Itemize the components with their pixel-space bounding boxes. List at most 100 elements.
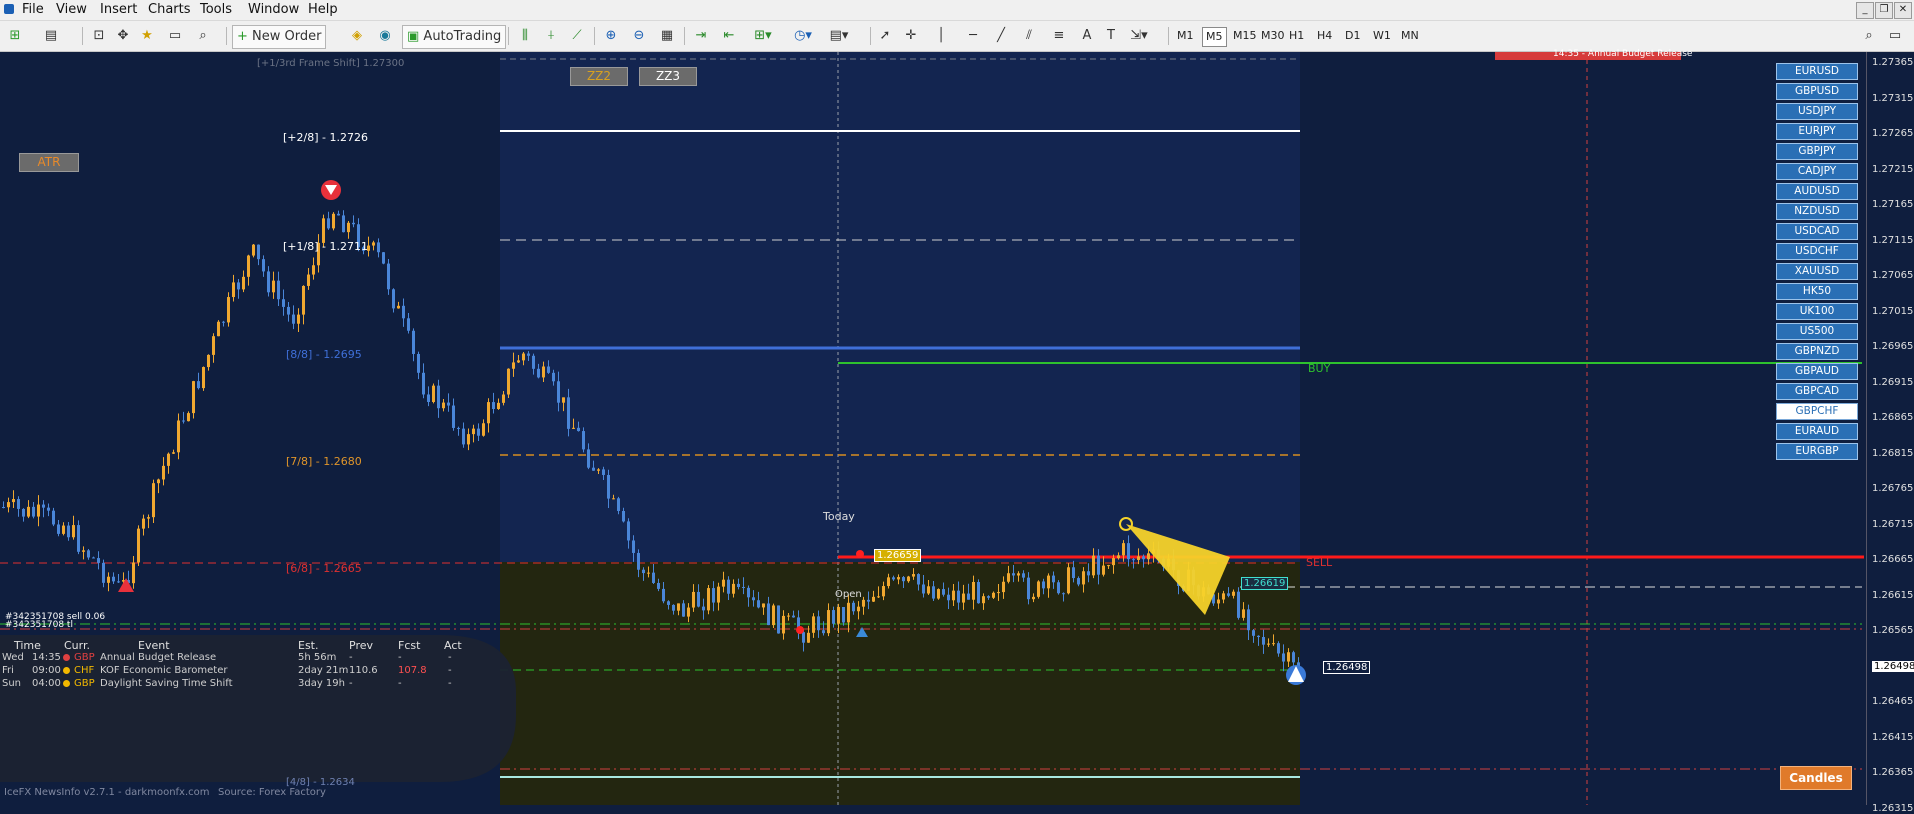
price-axis-label: 1.26565 xyxy=(1872,625,1914,636)
zz2-button[interactable]: ZZ2 xyxy=(570,67,628,86)
symbol-button-hk50[interactable]: HK50 xyxy=(1776,283,1858,300)
arrows-icon[interactable]: ⇲▾ xyxy=(1128,25,1150,47)
candlestick-icon[interactable]: ⍭ xyxy=(540,25,562,47)
profiles-icon[interactable]: ▤ xyxy=(40,25,62,47)
new-order-label: New Order xyxy=(252,29,322,44)
close-button[interactable]: ✕ xyxy=(1894,2,1912,19)
candle-body xyxy=(1047,575,1050,589)
auto-scroll-icon[interactable]: ⇥ xyxy=(690,25,712,47)
candle-body xyxy=(152,483,155,518)
chart-area[interactable]: [+1/3rd Frame Shift] 1.27300 ZZ2 ZZ3 ATR… xyxy=(0,49,1914,814)
symbol-button-nzdusd[interactable]: NZDUSD xyxy=(1776,203,1858,220)
market-watch-icon[interactable]: ⊡ xyxy=(88,25,110,47)
candle-body xyxy=(782,615,785,634)
symbol-button-gbpcad[interactable]: GBPCAD xyxy=(1776,383,1858,400)
candle-body xyxy=(217,321,220,337)
symbol-button-gbpjpy[interactable]: GBPJPY xyxy=(1776,143,1858,160)
chat-icon[interactable]: ▭ xyxy=(1884,25,1906,47)
navigator-icon[interactable]: ★ xyxy=(136,25,158,47)
timeframe-h4[interactable]: H4 xyxy=(1314,27,1335,45)
search-icon[interactable]: ⌕ xyxy=(1858,25,1880,47)
symbol-button-eurusd[interactable]: EURUSD xyxy=(1776,63,1858,80)
data-window-icon[interactable]: ✥ xyxy=(112,25,134,47)
horizontal-line-icon[interactable]: ─ xyxy=(962,25,984,47)
candle-body xyxy=(107,576,110,583)
fibonacci-icon[interactable]: ≡ xyxy=(1048,25,1070,47)
text-icon[interactable]: A xyxy=(1076,25,1098,47)
price-chart[interactable] xyxy=(0,52,1914,805)
tester-icon[interactable]: ⌕ xyxy=(192,25,214,47)
menu-charts[interactable]: Charts xyxy=(148,2,191,17)
sell-label: SELL xyxy=(1306,556,1333,569)
symbol-button-eurgbp[interactable]: EURGBP xyxy=(1776,443,1858,460)
zoom-in-icon[interactable]: ⊕ xyxy=(600,25,622,47)
symbol-button-uk100[interactable]: UK100 xyxy=(1776,303,1858,320)
text-label-icon[interactable]: T xyxy=(1100,25,1122,47)
menu-insert[interactable]: Insert xyxy=(100,2,137,17)
symbol-button-gbpaud[interactable]: GBPAUD xyxy=(1776,363,1858,380)
timeframe-d1[interactable]: D1 xyxy=(1342,27,1363,45)
periods-icon[interactable]: ◷▾ xyxy=(792,25,814,47)
news-row-prev: - xyxy=(349,678,353,689)
symbol-button-us500[interactable]: US500 xyxy=(1776,323,1858,340)
symbol-button-gbpchf[interactable]: GBPCHF xyxy=(1776,403,1858,420)
candle-body xyxy=(747,587,750,598)
zoom-out-icon[interactable]: ⊖ xyxy=(628,25,650,47)
new-order-button[interactable]: + New Order xyxy=(232,25,327,49)
bar-chart-icon[interactable]: ⫼ xyxy=(514,25,536,47)
symbol-button-usdjpy[interactable]: USDJPY xyxy=(1776,103,1858,120)
atr-button[interactable]: ATR xyxy=(19,153,79,172)
equidistant-channel-icon[interactable]: ⫽ xyxy=(1018,25,1040,47)
cursor-icon[interactable]: ➚ xyxy=(874,25,896,47)
terminal-icon[interactable]: ▭ xyxy=(164,25,186,47)
symbol-button-gbpnzd[interactable]: GBPNZD xyxy=(1776,343,1858,360)
chart-shift-icon[interactable]: ⇤ xyxy=(718,25,740,47)
timeframe-w1[interactable]: W1 xyxy=(1370,27,1394,45)
menu-view[interactable]: View xyxy=(56,2,87,17)
timeframe-m5[interactable]: M5 xyxy=(1202,27,1227,47)
zz3-button[interactable]: ZZ3 xyxy=(639,67,697,86)
symbol-button-cadjpy[interactable]: CADJPY xyxy=(1776,163,1858,180)
symbol-button-usdchf[interactable]: USDCHF xyxy=(1776,243,1858,260)
price-axis-label: 1.27315 xyxy=(1872,92,1914,104)
menu-window[interactable]: Window xyxy=(248,2,299,17)
timeframe-h1[interactable]: H1 xyxy=(1286,27,1307,45)
app-icon[interactable] xyxy=(4,4,14,14)
symbol-button-audusd[interactable]: AUDUSD xyxy=(1776,183,1858,200)
candle-body xyxy=(577,427,580,432)
autotrading-button[interactable]: ▣ AutoTrading xyxy=(402,25,507,49)
vertical-line-icon[interactable]: │ xyxy=(930,25,952,47)
timeframe-m30[interactable]: M30 xyxy=(1258,27,1288,45)
menu-file[interactable]: File xyxy=(22,2,44,17)
symbol-button-gbpusd[interactable]: GBPUSD xyxy=(1776,83,1858,100)
symbol-button-eurjpy[interactable]: EURJPY xyxy=(1776,123,1858,140)
timeframe-m15[interactable]: M15 xyxy=(1230,27,1260,45)
candle-body xyxy=(437,385,440,409)
candle-body xyxy=(1017,573,1020,576)
candle-body xyxy=(922,584,925,594)
candle-body xyxy=(992,592,995,598)
timeframe-m1[interactable]: M1 xyxy=(1174,27,1197,45)
signals-icon[interactable]: ◉ xyxy=(374,25,396,47)
menu-help[interactable]: Help xyxy=(308,2,338,17)
candle-body xyxy=(582,431,585,450)
indicators-icon[interactable]: ⊞▾ xyxy=(752,25,774,47)
trendline-icon[interactable]: ╱ xyxy=(990,25,1012,47)
level-label-plus-2-8: [+2/8] - 1.2726 xyxy=(283,131,368,144)
candle-body xyxy=(157,479,160,484)
candles-button[interactable]: Candles xyxy=(1780,766,1852,790)
crosshair-icon[interactable]: ✛ xyxy=(900,25,922,47)
symbol-button-euraud[interactable]: EURAUD xyxy=(1776,423,1858,440)
candle-body xyxy=(707,588,710,611)
tile-windows-icon[interactable]: ▦ xyxy=(656,25,678,47)
restore-button[interactable]: ❐ xyxy=(1875,2,1893,19)
templates-icon[interactable]: ▤▾ xyxy=(828,25,850,47)
menu-tools[interactable]: Tools xyxy=(200,2,232,17)
symbol-button-usdcad[interactable]: USDCAD xyxy=(1776,223,1858,240)
timeframe-mn[interactable]: MN xyxy=(1398,27,1422,45)
metaeditor-icon[interactable]: ◈ xyxy=(346,25,368,47)
line-chart-icon[interactable]: ⟋ xyxy=(566,25,588,47)
symbol-button-xauusd[interactable]: XAUUSD xyxy=(1776,263,1858,280)
minimize-button[interactable]: _ xyxy=(1856,2,1874,19)
new-chart-icon[interactable]: ⊞ xyxy=(4,25,26,47)
